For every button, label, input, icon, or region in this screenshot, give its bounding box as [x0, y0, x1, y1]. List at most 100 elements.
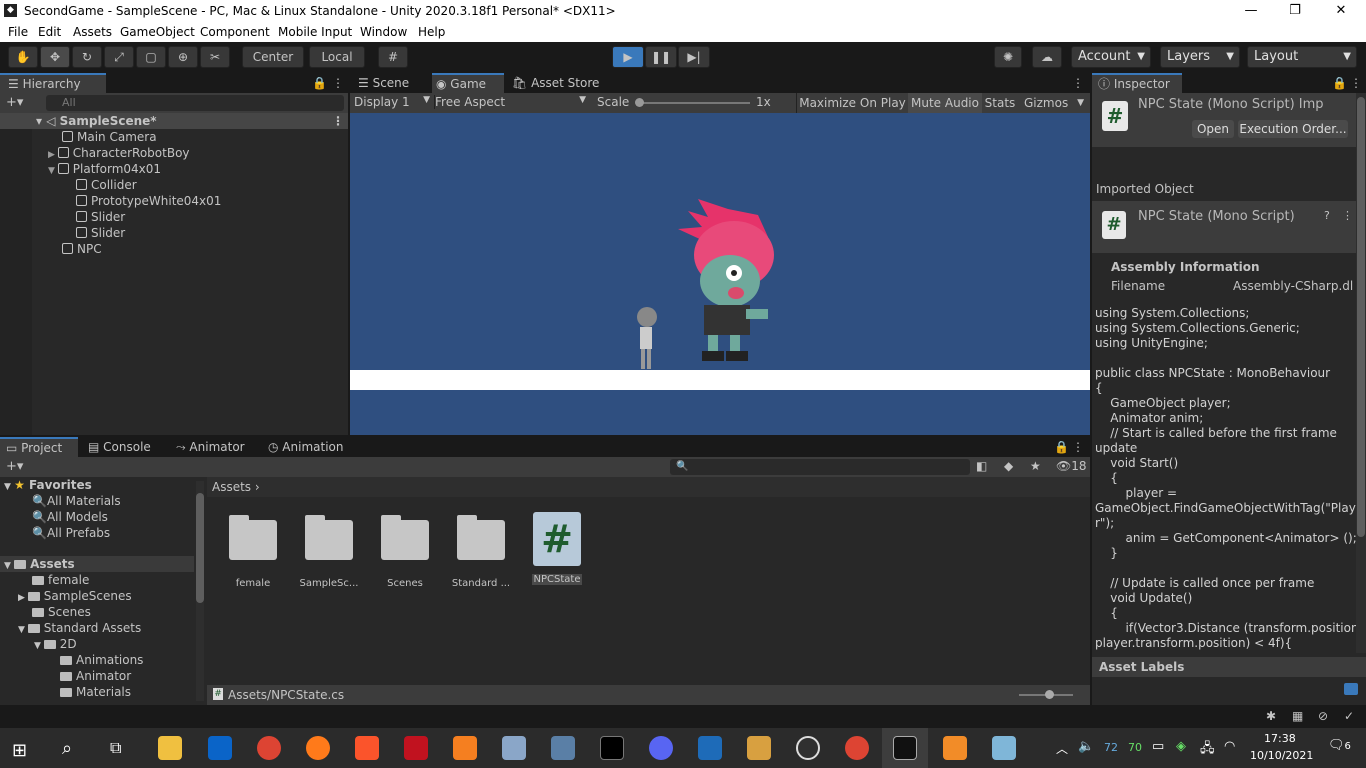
obs-icon[interactable] — [796, 736, 820, 760]
hierarchy-search-input[interactable]: All — [46, 95, 344, 111]
progress-icon[interactable]: ▦ — [1292, 709, 1303, 723]
app-s-icon[interactable] — [698, 736, 722, 760]
acrobat-icon[interactable] — [404, 736, 428, 760]
app-icon[interactable] — [502, 736, 526, 760]
scale-slider-handle[interactable] — [635, 98, 644, 107]
project-search-input[interactable]: 🔍 — [670, 459, 970, 475]
stats-toggle[interactable]: Stats — [982, 93, 1018, 113]
tab-asset-store[interactable]: 🛍 Asset Store — [512, 73, 612, 93]
play-button[interactable]: ▶ — [612, 46, 644, 68]
tab-project[interactable]: ▭ Project — [0, 437, 78, 457]
tree-folder[interactable]: ▼ 2D — [34, 636, 77, 652]
hidden-count[interactable]: 👁18 — [1056, 459, 1087, 473]
hierarchy-item[interactable]: PrototypeWhite04x01 — [76, 193, 221, 209]
pause-button[interactable]: ❚❚ — [645, 46, 677, 68]
display-dropdown[interactable]: Display 1 ▼ — [354, 95, 430, 109]
battery-icon[interactable]: ▭ — [1152, 739, 1164, 754]
tab-inspector[interactable]: ⓘ Inspector — [1092, 73, 1182, 93]
chevron-up-icon[interactable]: ︿ — [1056, 740, 1068, 757]
transform-tool-icon[interactable]: ⊕ — [168, 46, 198, 68]
menu-assets[interactable]: Assets — [73, 25, 112, 39]
hierarchy-item[interactable]: ▶ CharacterRobotBoy — [48, 145, 190, 161]
clock-date[interactable]: 10/10/2021 — [1250, 749, 1313, 762]
layers-dropdown[interactable]: Layers ▼ — [1160, 46, 1240, 68]
account-dropdown[interactable]: Account ▼ — [1071, 46, 1151, 68]
pivot-local-button[interactable]: Local — [309, 46, 365, 68]
hierarchy-item[interactable]: Slider — [76, 225, 125, 241]
tab-scene[interactable]: ☰ Scene — [358, 73, 434, 93]
tab-animator[interactable]: ⤳ Animator — [176, 437, 256, 457]
volume-icon[interactable]: 🔈 — [1078, 739, 1094, 754]
close-button[interactable]: ✕ — [1318, 0, 1364, 22]
assets-root[interactable]: ▼ Assets — [0, 556, 194, 572]
tree-folder[interactable]: Animator — [60, 668, 131, 684]
maximize-on-play-toggle[interactable]: Maximize On Play — [796, 93, 908, 113]
step-button[interactable]: ▶| — [678, 46, 710, 68]
tab-console[interactable]: ▤ Console — [88, 437, 168, 457]
sublime-icon[interactable] — [943, 736, 967, 760]
discord-icon[interactable] — [649, 736, 673, 760]
tree-folder[interactable]: Scenes — [32, 604, 91, 620]
hand-tool-icon[interactable]: ✋ — [8, 46, 38, 68]
menu-file[interactable]: File — [8, 25, 28, 39]
hierarchy-item[interactable]: ▼ Platform04x01 — [48, 161, 161, 177]
rect-tool-icon[interactable]: ▢ — [136, 46, 166, 68]
help-icon[interactable]: ? — [1324, 209, 1330, 222]
more-icon[interactable]: ⋮ — [332, 73, 344, 93]
terminal-icon[interactable] — [600, 736, 624, 760]
check-icon[interactable]: ✓ — [1344, 709, 1354, 723]
task-view-icon[interactable]: ⧉ — [110, 738, 121, 758]
shield-icon[interactable]: ◈ — [1176, 739, 1186, 754]
icon-size-slider-handle[interactable] — [1045, 690, 1054, 699]
chrome-icon[interactable] — [845, 736, 869, 760]
scale-tool-icon[interactable]: ⤢ — [104, 46, 134, 68]
minimize-button[interactable]: — — [1228, 0, 1274, 22]
network-app-icon[interactable] — [551, 736, 575, 760]
xampp-icon[interactable] — [453, 736, 477, 760]
filter-type-icon[interactable]: ◧ — [976, 459, 987, 473]
open-button[interactable]: Open — [1192, 120, 1234, 138]
scene-menu-icon[interactable]: ⋮ — [332, 113, 344, 129]
tree-scrollbar[interactable] — [196, 481, 204, 701]
more-icon[interactable]: ⋮ — [1350, 73, 1362, 93]
aspect-dropdown[interactable]: Free Aspect ▼ — [434, 95, 590, 109]
mail-icon[interactable] — [208, 736, 232, 760]
tree-folder[interactable]: ▼ Standard Assets — [18, 620, 141, 636]
tab-hierarchy[interactable]: ☰ Hierarchy — [0, 73, 106, 93]
lock-icon[interactable]: 🔒 — [1054, 437, 1069, 457]
menu-mobile-input[interactable]: Mobile Input — [278, 25, 352, 39]
menu-edit[interactable]: Edit — [38, 25, 61, 39]
hierarchy-item[interactable]: Main Camera — [62, 129, 157, 145]
asset-folder[interactable]: female — [223, 515, 283, 589]
chrome-icon[interactable] — [257, 736, 281, 760]
hierarchy-item[interactable]: NPC — [62, 241, 102, 257]
menu-help[interactable]: Help — [418, 25, 445, 39]
tab-animation[interactable]: ◷ Animation — [268, 437, 352, 457]
lock-icon[interactable]: 🔒 — [312, 73, 327, 93]
wifi-icon[interactable]: ◠ — [1224, 739, 1235, 754]
favorite-item[interactable]: 🔍All Prefabs — [32, 525, 110, 541]
move-tool-icon[interactable]: ✥ — [40, 46, 70, 68]
gizmos-dropdown[interactable]: Gizmos ▼ — [1020, 93, 1086, 113]
add-icon[interactable]: +▾ — [6, 459, 23, 474]
asset-folder[interactable]: Standard ... — [451, 515, 511, 589]
add-icon[interactable]: +▾ — [6, 95, 23, 110]
network-icon[interactable]: 🖧 — [1200, 739, 1215, 761]
mute-audio-toggle[interactable]: Mute Audio — [908, 93, 982, 113]
tab-game[interactable]: ◉ Game — [432, 73, 504, 93]
more-icon[interactable]: ⋮ — [1072, 437, 1084, 457]
rotate-tool-icon[interactable]: ↻ — [72, 46, 102, 68]
more-icon[interactable]: ⋮ — [1342, 209, 1353, 222]
menu-gameobject[interactable]: GameObject — [120, 25, 195, 39]
notes-icon[interactable] — [747, 736, 771, 760]
grid-snap-icon[interactable]: # — [378, 46, 408, 68]
app-icon[interactable] — [992, 736, 1016, 760]
label-tag-icon[interactable] — [1344, 683, 1358, 695]
more-icon[interactable]: ⋮ — [1072, 73, 1084, 93]
tree-folder[interactable]: female — [32, 572, 89, 588]
collab-icon[interactable]: ✺ — [994, 46, 1022, 68]
asset-labels-bar[interactable]: Asset Labels — [1092, 657, 1366, 677]
favorite-item[interactable]: 🔍All Materials — [32, 493, 121, 509]
tree-folder[interactable]: Animations — [60, 652, 143, 668]
favorites-header[interactable]: ▼ ★ Favorites — [4, 477, 92, 493]
